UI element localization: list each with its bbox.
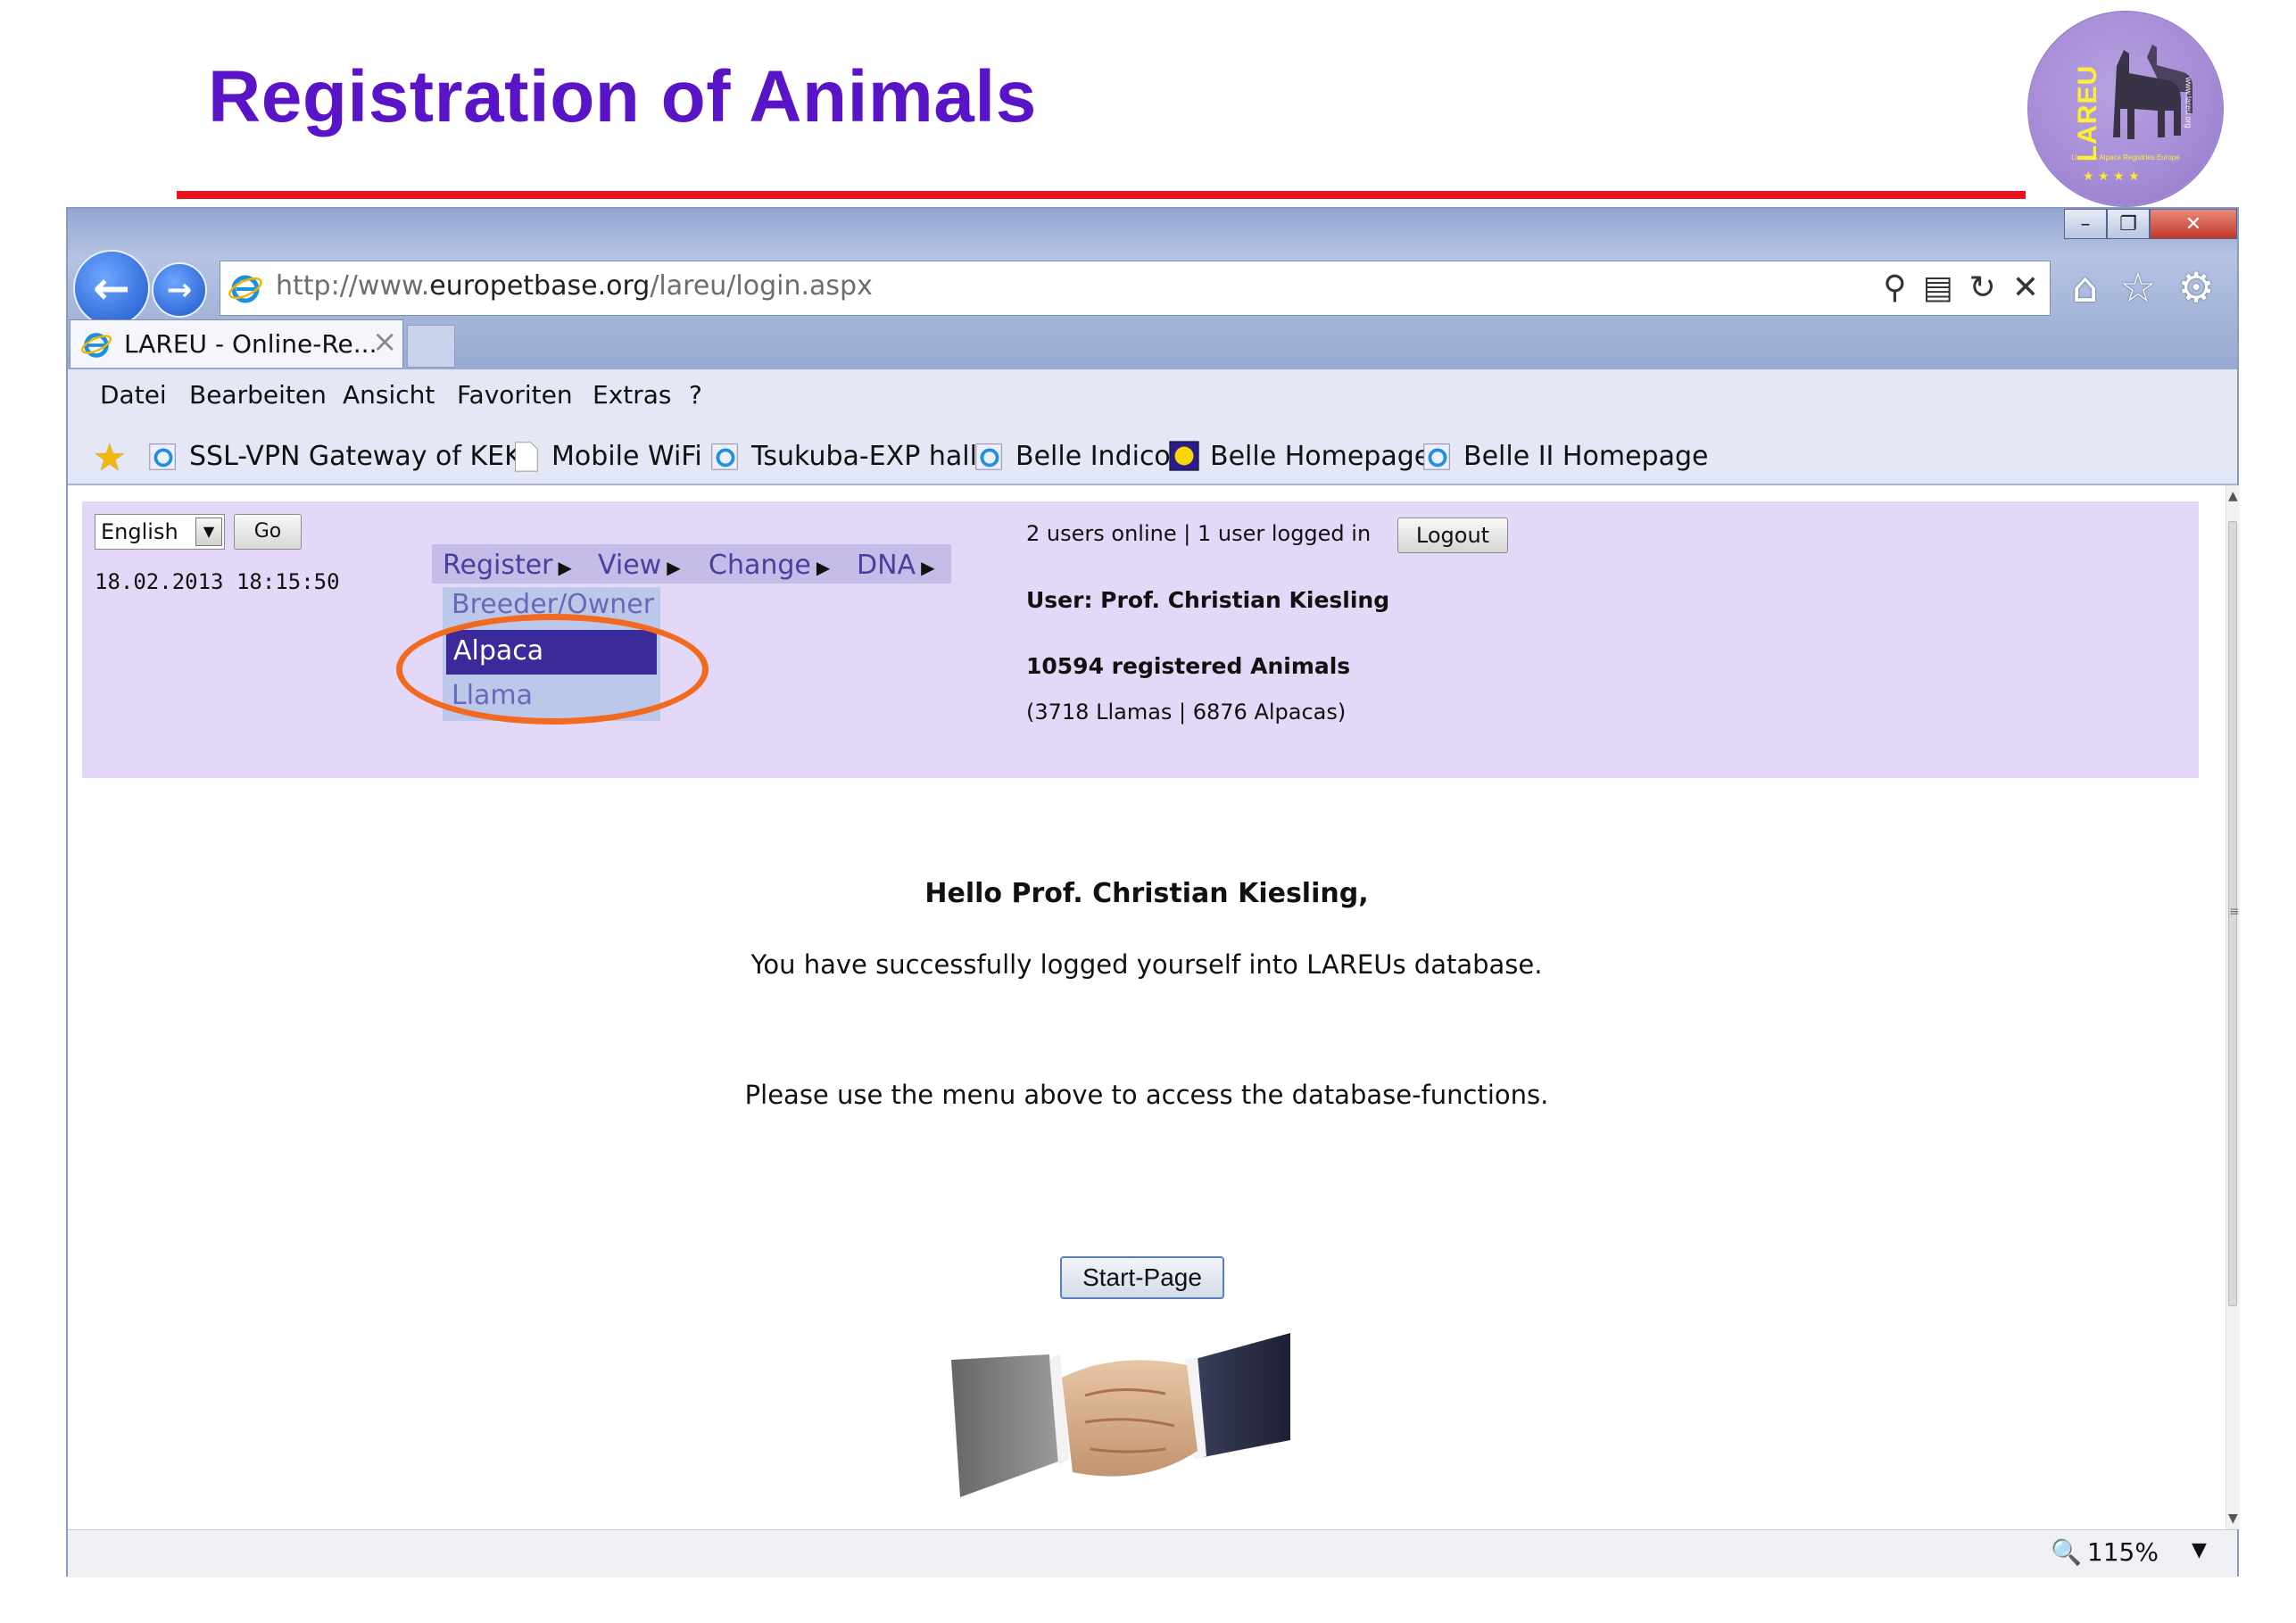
menu-ansicht[interactable]: Ansicht	[343, 380, 435, 410]
minimize-button[interactable]: –	[2064, 209, 2107, 239]
ie-icon	[81, 333, 112, 358]
svg-text:★ ★ ★ ★: ★ ★ ★ ★	[2083, 170, 2140, 184]
fav-tsukuba-exp-hall[interactable]: Tsukuba-EXP hall	[709, 439, 977, 473]
menu-view[interactable]: View ▶	[598, 550, 681, 581]
address-tools: ⚲ ▤ ↻ ✕	[1883, 270, 2039, 306]
logout-button[interactable]: Logout	[1397, 518, 1508, 553]
tab-label: LAREU - Online-Re...	[124, 329, 377, 359]
add-favorite-star-icon[interactable]: ★	[93, 435, 127, 479]
favorites-star-icon[interactable]: ☆	[2119, 262, 2156, 312]
menu-extras[interactable]: Extras	[593, 380, 672, 410]
fav-belle-ii-homepage[interactable]: Belle II Homepage	[1421, 439, 1708, 473]
ie-icon	[149, 443, 176, 470]
fav-belle-indico[interactable]: Belle Indico	[973, 439, 1171, 473]
triangle-right-icon: ▶	[558, 557, 572, 578]
fav-mobile-wifi[interactable]: Mobile WiFi	[509, 439, 702, 473]
browser-window: – ❐ ✕ ← → http://www.europetbase.org/lar…	[66, 207, 2240, 1577]
chevron-down-icon[interactable]: ▼	[195, 518, 222, 546]
chevron-down-icon[interactable]: ▼	[2192, 1539, 2207, 1561]
slide-title: Registration of Animals	[208, 56, 1037, 137]
back-button[interactable]: ←	[73, 250, 150, 327]
start-page-button[interactable]: Start-Page	[1060, 1256, 1224, 1299]
tab-close-icon[interactable]: ×	[372, 324, 398, 360]
header-panel: English ▼ Go 18.02.2013 18:15:50 Registe…	[82, 501, 2199, 778]
arrow-left-icon: ←	[93, 262, 130, 314]
fav-ssl-vpn[interactable]: SSL-VPN Gateway of KEK	[146, 439, 522, 473]
logo-url: www.lareu.org	[2184, 77, 2193, 128]
belle-logo-icon	[1169, 441, 1199, 471]
close-window-button[interactable]: ✕	[2150, 209, 2237, 239]
menu-bar: Datei Bearbeiten Ansicht Favoriten Extra…	[68, 369, 2237, 425]
url-text[interactable]: http://www.europetbase.org/lareu/login.a…	[276, 270, 873, 302]
scroll-up-icon[interactable]: ▲	[2228, 489, 2238, 503]
ie-icon	[1423, 443, 1450, 470]
menu-datei[interactable]: Datei	[100, 380, 167, 410]
tab-lareu[interactable]: LAREU - Online-Re... ×	[70, 319, 403, 368]
browser-titlebar: – ❐ ✕ ← → http://www.europetbase.org/lar…	[68, 209, 2237, 369]
restore-button[interactable]: ❐	[2107, 209, 2150, 239]
menu-register[interactable]: Register ▶	[443, 550, 572, 581]
triangle-right-icon: ▶	[816, 557, 831, 578]
triangle-right-icon: ▶	[667, 557, 681, 578]
arrow-right-icon: →	[166, 272, 193, 308]
zoom-icon: 🔍	[2051, 1537, 2082, 1567]
menu-dna[interactable]: DNA ▶	[857, 550, 934, 581]
logo-wordmark: LAREU	[2073, 64, 2103, 162]
address-bar[interactable]: http://www.europetbase.org/lareu/login.a…	[220, 261, 2051, 316]
highlight-circle	[396, 614, 709, 725]
title-underline	[177, 191, 2026, 199]
fav-belle-homepage[interactable]: Belle Homepage	[1167, 439, 1430, 473]
search-icon[interactable]: ⚲	[1883, 270, 1906, 306]
current-user: User: Prof. Christian Kiesling	[1026, 587, 1390, 613]
language-select[interactable]: English ▼	[95, 514, 225, 550]
page-icon	[515, 442, 538, 472]
menu-bearbeiten[interactable]: Bearbeiten	[189, 380, 327, 410]
stop-icon[interactable]: ✕	[2012, 270, 2039, 306]
login-success-message: You have successfully logged yourself in…	[750, 949, 1543, 980]
menu-favoriten[interactable]: Favoriten	[457, 380, 573, 410]
compat-view-icon[interactable]: ▤	[1923, 270, 1953, 306]
lareu-logo: ★ ★ ★ ★ LAREU Llama & Alpaca Registries …	[2029, 12, 2222, 205]
home-icon[interactable]: ⌂	[2072, 262, 2098, 312]
page-content: English ▼ Go 18.02.2013 18:15:50 Registe…	[68, 485, 2226, 1529]
species-breakdown: (3718 Llamas | 6876 Alpacas)	[1026, 700, 1347, 725]
triangle-right-icon: ▶	[921, 557, 935, 578]
zoom-level[interactable]: 🔍 115%	[2051, 1537, 2159, 1567]
window-controls: – ❐ ✕	[2064, 209, 2237, 243]
forward-button[interactable]: →	[152, 262, 207, 318]
menu-change[interactable]: Change ▶	[709, 550, 830, 581]
llama-silhouette-icon: ★ ★ ★ ★	[2083, 45, 2192, 184]
greeting: Hello Prof. Christian Kiesling,	[924, 878, 1369, 909]
registered-count: 10594 registered Animals	[1026, 653, 1351, 679]
users-online: 2 users online | 1 user logged in	[1026, 521, 1372, 546]
gear-icon[interactable]: ⚙	[2177, 262, 2214, 312]
main-menu: Register ▶ View ▶ Change ▶ DNA ▶	[432, 544, 951, 584]
ie-icon	[711, 443, 738, 470]
vertical-scrollbar[interactable]: ▲ ≡ ▼	[2226, 485, 2240, 1529]
handshake-image	[951, 1333, 1290, 1497]
refresh-icon[interactable]: ↻	[1969, 270, 1996, 306]
go-button[interactable]: Go	[234, 514, 302, 550]
menu-hint: Please use the menu above to access the …	[744, 1080, 1549, 1110]
scroll-down-icon[interactable]: ▼	[2228, 1511, 2238, 1526]
favorites-bar: ★ SSL-VPN Gateway of KEK Mobile WiFi Tsu…	[68, 425, 2237, 485]
ie-icon	[975, 443, 1002, 470]
new-tab-button[interactable]	[407, 325, 455, 368]
logo-subtitle: Llama & Alpaca Registries Europe	[2071, 153, 2180, 161]
datetime: 18.02.2013 18:15:50	[95, 569, 340, 594]
browser-toolbar-icons: ⌂ ☆ ⚙	[2072, 262, 2215, 312]
status-bar: 🔍 115% ▼	[68, 1529, 2237, 1577]
menu-help[interactable]: ?	[689, 380, 702, 410]
ie-icon	[228, 275, 262, 303]
scroll-grip-icon: ≡	[2229, 905, 2240, 919]
